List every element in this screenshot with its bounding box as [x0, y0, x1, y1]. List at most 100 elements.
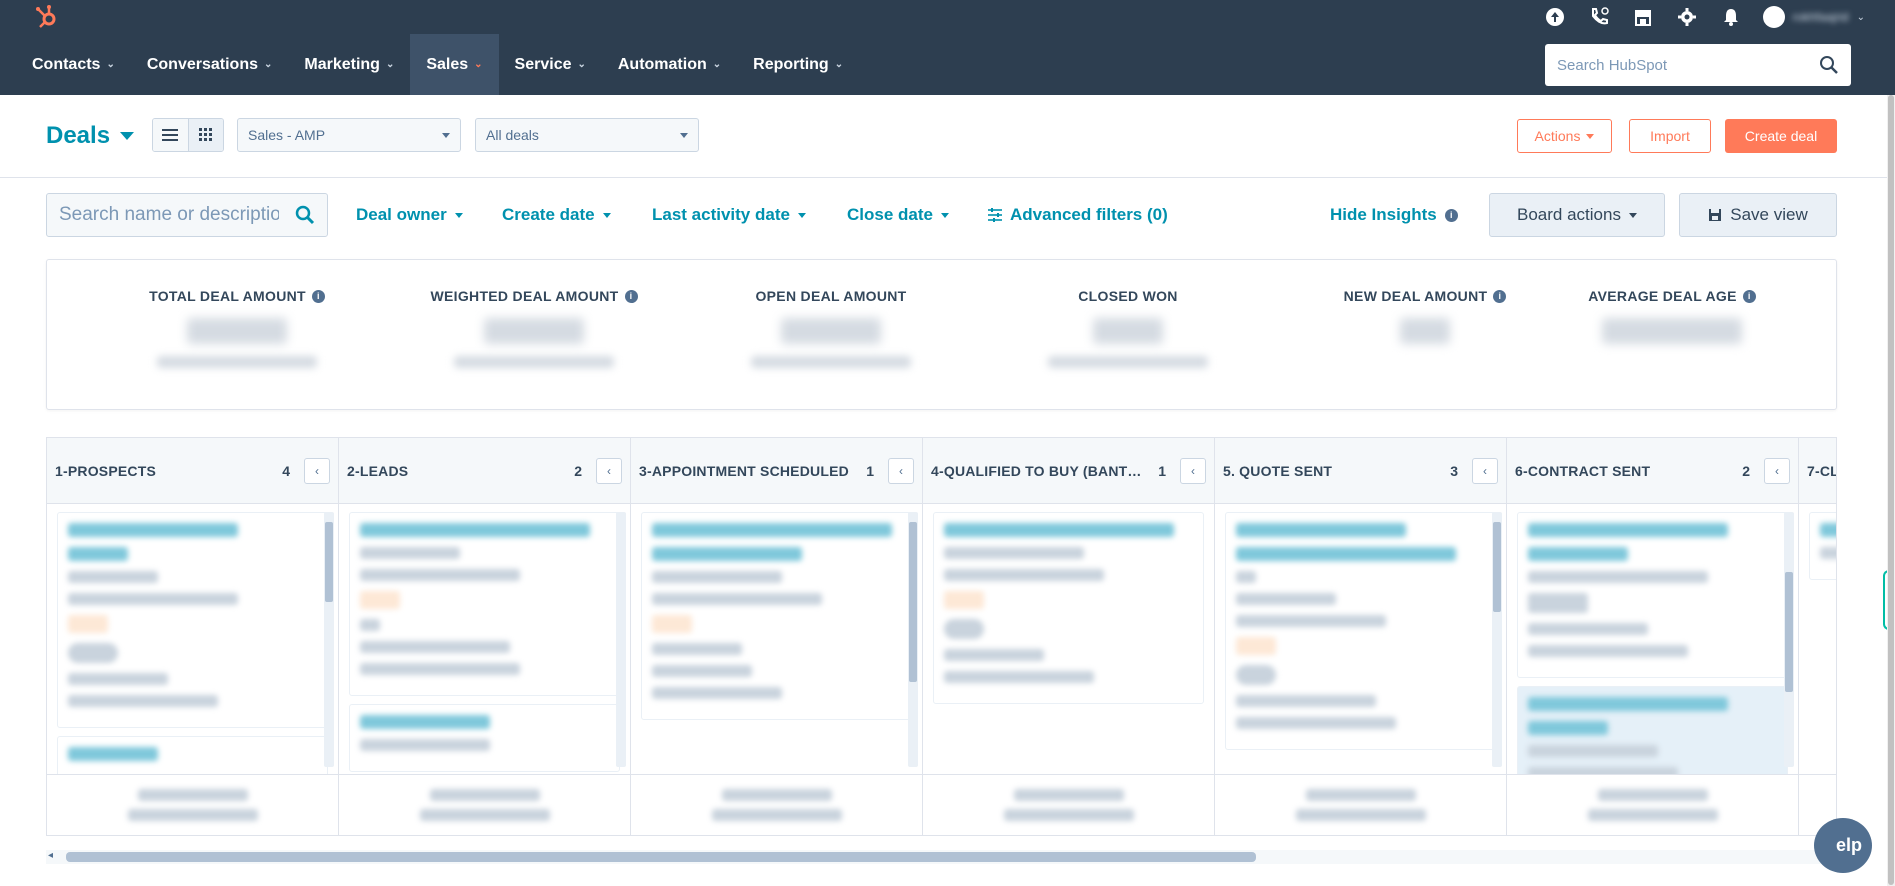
collapse-column-button[interactable]: ‹ — [1472, 457, 1498, 484]
page-scrollbar[interactable] — [1887, 95, 1895, 886]
close-date-filter[interactable]: Close date — [847, 205, 949, 225]
search-placeholder: Search HubSpot — [1557, 56, 1668, 74]
collapse-column-button[interactable]: ‹ — [1764, 457, 1790, 484]
settings-gear-icon[interactable] — [1675, 5, 1699, 29]
caret-down-icon — [1628, 212, 1637, 218]
nav-label: Conversations — [146, 55, 258, 73]
column-header: 2-LEADS 2 ‹ — [339, 438, 630, 504]
column-cards — [1507, 504, 1798, 774]
pipeline-select[interactable]: Sales - AMP — [237, 118, 461, 152]
deal-card[interactable] — [1517, 686, 1788, 774]
deal-card[interactable] — [57, 736, 328, 774]
page-title[interactable]: Deals — [46, 122, 135, 150]
list-view-button[interactable] — [153, 119, 188, 151]
chevron-down-icon: ⌄ — [577, 59, 586, 70]
search-icon — [295, 205, 315, 225]
board-column: 6-CONTRACT SENT 2 ‹ — [1507, 438, 1799, 835]
page-title-text: Deals — [46, 122, 111, 149]
column-header: 4-QUALIFIED TO BUY (BANT… 1 ‹ — [923, 438, 1214, 504]
column-title: 7-CL — [1807, 462, 1837, 479]
nav-marketing[interactable]: Marketing ⌄ — [288, 34, 410, 95]
actions-button[interactable]: Actions — [1517, 119, 1612, 153]
scrollbar-thumb[interactable] — [66, 852, 1256, 862]
metric-subtext-blurred — [454, 356, 614, 368]
grid-icon — [198, 128, 212, 141]
avatar — [1762, 6, 1785, 28]
create-date-filter[interactable]: Create date — [502, 205, 611, 225]
deal-card[interactable] — [641, 512, 912, 720]
nav-sales[interactable]: Sales ⌄ — [410, 34, 499, 95]
info-icon: i — [624, 289, 638, 303]
deal-card[interactable] — [349, 512, 620, 696]
column-scrollbar[interactable] — [616, 512, 626, 767]
column-count: 1 — [866, 462, 874, 479]
column-scrollbar[interactable] — [1784, 512, 1794, 767]
last-activity-date-filter[interactable]: Last activity date — [652, 205, 806, 225]
column-totals — [631, 774, 922, 835]
global-search-input[interactable]: Search HubSpot — [1545, 44, 1851, 86]
column-count: 1 — [1158, 462, 1166, 479]
import-button[interactable]: Import — [1629, 119, 1711, 153]
column-totals — [1507, 774, 1798, 835]
deal-owner-filter[interactable]: Deal owner — [356, 205, 463, 225]
notifications-bell-icon[interactable] — [1719, 5, 1743, 29]
column-scrollbar[interactable] — [908, 512, 918, 767]
nav-automation[interactable]: Automation ⌄ — [602, 34, 737, 95]
hubspot-logo-icon[interactable] — [34, 4, 60, 30]
column-count: 3 — [1450, 462, 1458, 479]
view-toggle — [152, 118, 224, 152]
save-view-button[interactable]: Save view — [1679, 193, 1837, 237]
nav-label: Sales — [426, 55, 469, 73]
deal-card[interactable] — [1809, 512, 1836, 580]
column-cards — [631, 504, 922, 774]
info-icon: i — [1444, 208, 1458, 222]
save-disk-icon — [1709, 209, 1722, 221]
collapse-column-button[interactable]: ‹ — [304, 457, 330, 484]
caret-down-icon — [1586, 133, 1595, 139]
hide-insights-button[interactable]: Hide Insights i — [1330, 205, 1458, 225]
nav-contacts[interactable]: Contacts ⌄ — [16, 34, 131, 95]
deal-card[interactable] — [349, 704, 620, 772]
search-placeholder: Search name or descriptio — [59, 204, 279, 225]
nav-conversations[interactable]: Conversations ⌄ — [131, 34, 289, 95]
column-scrollbar[interactable] — [324, 512, 334, 767]
create-deal-button[interactable]: Create deal — [1725, 119, 1837, 153]
column-title: 5. QUOTE SENT — [1223, 462, 1333, 479]
board-actions-button[interactable]: Board actions — [1489, 193, 1665, 237]
deal-card[interactable] — [57, 512, 328, 728]
board-horizontal-scrollbar[interactable]: ◂ — [46, 850, 1837, 864]
scroll-left-arrow-icon[interactable]: ◂ — [48, 850, 53, 861]
column-count: 4 — [282, 462, 290, 479]
collapse-column-button[interactable]: ‹ — [888, 457, 914, 484]
advanced-filters-button[interactable]: Advanced filters (0) — [988, 205, 1168, 225]
view-select[interactable]: All deals — [475, 118, 699, 152]
nav-service[interactable]: Service ⌄ — [499, 34, 602, 95]
deal-card[interactable] — [1225, 512, 1496, 750]
info-icon: i — [311, 289, 325, 303]
marketplace-icon[interactable] — [1631, 5, 1655, 29]
column-totals — [923, 774, 1214, 835]
collapse-column-button[interactable]: ‹ — [596, 457, 622, 484]
help-label: elp — [1835, 835, 1862, 855]
insights-panel: TOTAL DEAL AMOUNT i WEIGHTED DEAL AMOUNT i… — [46, 259, 1837, 410]
upgrade-icon[interactable] — [1543, 5, 1567, 29]
deal-card[interactable] — [933, 512, 1204, 704]
search-icon — [1820, 56, 1838, 74]
deal-search-input[interactable]: Search name or descriptio — [46, 193, 328, 237]
metric-value-blurred — [484, 318, 584, 344]
metric-new-deal-amount: NEW DEAL AMOUNT i — [1300, 288, 1550, 344]
help-button[interactable]: elp — [1814, 818, 1872, 873]
metric-subtext-blurred — [1048, 356, 1208, 368]
nav-reporting[interactable]: Reporting ⌄ — [737, 34, 859, 95]
column-totals — [339, 774, 630, 835]
collapse-column-button[interactable]: ‹ — [1180, 457, 1206, 484]
calling-icon[interactable] — [1587, 5, 1611, 29]
board-view-button[interactable] — [187, 119, 223, 151]
chevron-down-icon: ⌄ — [1856, 11, 1865, 23]
deal-card[interactable] — [1517, 512, 1788, 678]
nav-label: Reporting — [753, 55, 829, 73]
column-header: 6-CONTRACT SENT 2 ‹ — [1507, 438, 1798, 504]
account-menu[interactable]: rokhfaajrid ⌄ — [1762, 6, 1865, 28]
metric-weighted-deal-amount: WEIGHTED DEAL AMOUNT i — [409, 288, 659, 368]
column-scrollbar[interactable] — [1492, 512, 1502, 767]
